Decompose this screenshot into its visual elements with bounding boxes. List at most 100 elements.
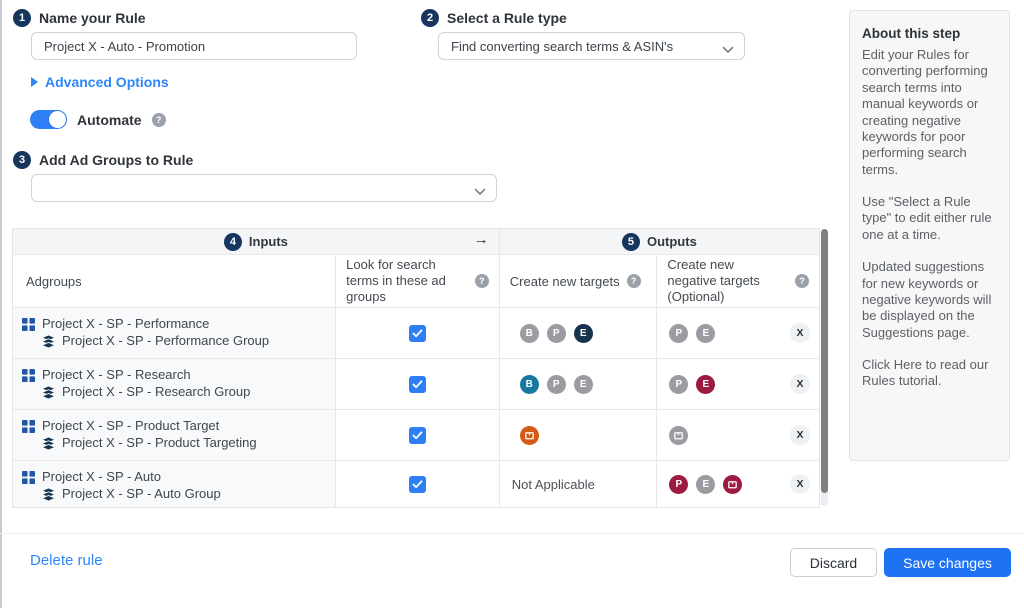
ad-groups-select[interactable] xyxy=(31,174,497,202)
look-checkbox[interactable] xyxy=(409,476,426,493)
advanced-options-link[interactable]: Advanced Options xyxy=(31,74,169,90)
rule-editor-panel: 1 Name your Rule Advanced Options Automa… xyxy=(0,0,1024,608)
adgroups-table: 4 Inputs → 5 Outputs Adgroups Look for s… xyxy=(12,228,820,508)
about-paragraph: Edit your Rules for converting performin… xyxy=(862,47,997,178)
look-checkbox[interactable] xyxy=(409,427,426,444)
inputs-section-header: 4 Inputs → xyxy=(13,229,499,254)
about-title: About this step xyxy=(862,26,997,41)
discard-button[interactable]: Discard xyxy=(790,548,877,577)
automate-toggle[interactable] xyxy=(30,110,67,129)
adgroup-name: Project X - SP - Research Group xyxy=(62,384,250,400)
rule-type-select[interactable]: Find converting search terms & ASIN's xyxy=(438,32,745,60)
adgroup-layers-icon xyxy=(42,335,55,348)
outputs-label: Outputs xyxy=(647,234,697,249)
negatives-cell: PE X xyxy=(656,359,819,409)
advanced-options-label: Advanced Options xyxy=(45,74,169,90)
product-box-badge-icon xyxy=(520,426,539,445)
adgroup-name: Project X - SP - Auto Group xyxy=(62,486,221,502)
footer-divider xyxy=(0,533,1024,534)
adgroup-cell: Project X - SP - Performance Project X -… xyxy=(13,308,335,358)
save-changes-button[interactable]: Save changes xyxy=(884,548,1011,577)
b-badge: B xyxy=(520,375,539,394)
table-row: Project X - SP - Performance Project X -… xyxy=(13,307,819,358)
targets-column-header: Create new targets xyxy=(499,255,657,307)
checkbox-check-icon xyxy=(412,480,423,489)
campaign-name: Project X - SP - Product Target xyxy=(42,418,219,434)
adgroup-cell: Project X - SP - Product Target Project … xyxy=(13,410,335,460)
negatives-cell: PE X xyxy=(656,461,819,507)
automate-label: Automate xyxy=(77,112,142,128)
remove-row-button[interactable]: X xyxy=(790,374,810,394)
p-badge: P xyxy=(669,375,688,394)
step2-number-badge: 2 xyxy=(421,9,439,27)
look-column-header: Look for search terms in these ad groups xyxy=(335,255,499,307)
step3-header: 3 Add Ad Groups to Rule xyxy=(13,151,193,169)
box-glyph xyxy=(524,430,535,441)
targets-cell: BPE xyxy=(499,308,657,358)
e-badge: E xyxy=(696,375,715,394)
negatives-help-icon[interactable] xyxy=(795,274,809,288)
e-badge: E xyxy=(696,475,715,494)
adgroups-column-header: Adgroups xyxy=(13,255,335,307)
delete-rule-link[interactable]: Delete rule xyxy=(30,552,103,569)
automate-help-icon[interactable] xyxy=(152,113,166,127)
table-row: Project X - SP - Auto Project X - SP - A… xyxy=(13,460,819,507)
about-paragraph: Use "Select a Rule type" to edit either … xyxy=(862,194,997,243)
remove-row-button[interactable]: X xyxy=(790,323,810,343)
campaign-grid-icon xyxy=(22,471,35,484)
table-scrollbar-track xyxy=(821,229,828,506)
p-badge: P xyxy=(669,475,688,494)
box-glyph xyxy=(673,430,684,441)
campaign-grid-icon xyxy=(22,420,35,433)
rule-name-input[interactable] xyxy=(31,32,357,60)
e-badge: E xyxy=(574,375,593,394)
step1-label: Name your Rule xyxy=(39,10,146,26)
remove-row-button[interactable]: X xyxy=(790,474,810,494)
adgroup-name: Project X - SP - Performance Group xyxy=(62,333,269,349)
look-checkbox[interactable] xyxy=(409,376,426,393)
step1-header: 1 Name your Rule xyxy=(13,9,146,27)
table-row: Project X - SP - Product Target Project … xyxy=(13,409,819,460)
campaign-grid-icon xyxy=(22,318,35,331)
table-scrollbar-thumb[interactable] xyxy=(821,229,828,493)
about-paragraph: Updated suggestions for new keywords or … xyxy=(862,259,997,341)
campaign-grid-icon xyxy=(22,369,35,382)
rule-type-value: Find converting search terms & ASIN's xyxy=(451,39,673,54)
step3-label: Add Ad Groups to Rule xyxy=(39,152,193,168)
step5-number-badge: 5 xyxy=(622,233,640,251)
adgroup-layers-icon xyxy=(42,386,55,399)
step2-label: Select a Rule type xyxy=(447,10,567,26)
outputs-section-header: 5 Outputs xyxy=(499,229,819,254)
look-help-icon[interactable] xyxy=(475,274,489,288)
negatives-column-header: Create new negative targets (Optional) xyxy=(656,255,819,307)
adgroup-cell: Project X - SP - Research Project X - SP… xyxy=(13,359,335,409)
look-checkbox[interactable] xyxy=(409,325,426,342)
negatives-cell: PEX xyxy=(656,308,819,358)
chevron-down-icon xyxy=(474,184,486,199)
adgroup-layers-icon xyxy=(42,437,55,450)
expand-triangle-icon xyxy=(31,77,38,87)
table-section-header: 4 Inputs → 5 Outputs xyxy=(13,229,819,254)
product-box-badge-icon xyxy=(723,475,742,494)
about-paragraph-tutorial-link[interactable]: Click Here to read our Rules tutorial. xyxy=(862,357,997,390)
adgroup-cell: Project X - SP - Auto Project X - SP - A… xyxy=(13,461,335,507)
targets-help-icon[interactable] xyxy=(627,274,641,288)
step1-number-badge: 1 xyxy=(13,9,31,27)
table-row: Project X - SP - Research Project X - SP… xyxy=(13,358,819,409)
checkbox-check-icon xyxy=(412,380,423,389)
b-badge: B xyxy=(520,324,539,343)
negatives-cell: X xyxy=(656,410,819,460)
chevron-down-icon xyxy=(722,42,734,57)
step3-number-badge: 3 xyxy=(13,151,31,169)
targets-cell: Not Applicable xyxy=(499,461,657,507)
targets-text: Not Applicable xyxy=(512,477,595,492)
inputs-label: Inputs xyxy=(249,234,288,249)
campaign-name: Project X - SP - Auto xyxy=(42,469,161,485)
look-cell xyxy=(335,410,499,460)
remove-row-button[interactable]: X xyxy=(790,425,810,445)
page-edge-divider xyxy=(0,0,2,608)
look-cell xyxy=(335,461,499,507)
campaign-name: Project X - SP - Research xyxy=(42,367,191,383)
about-panel: About this step Edit your Rules for conv… xyxy=(849,10,1010,461)
step4-number-badge: 4 xyxy=(224,233,242,251)
